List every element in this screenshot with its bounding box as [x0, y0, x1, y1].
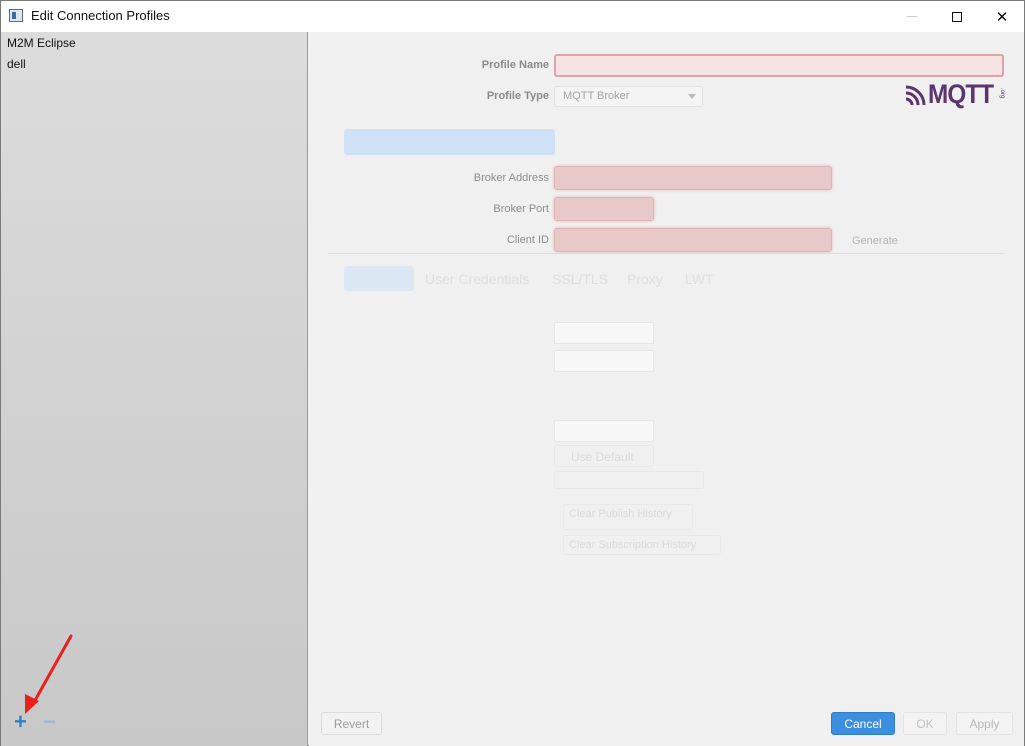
- add-profile-button[interactable]: +: [14, 711, 27, 733]
- remove-profile-button[interactable]: −: [43, 711, 56, 733]
- close-icon: ✕: [995, 8, 1009, 26]
- mqtt-signal-icon: [906, 85, 926, 106]
- close-button[interactable]: ✕: [979, 1, 1025, 32]
- profiles-sidebar: M2M Eclipse dell + −: [1, 32, 308, 746]
- broker-address-input[interactable]: [554, 166, 832, 190]
- generate-button[interactable]: Generate: [852, 235, 898, 247]
- broker-address-label: Broker Address: [473, 172, 549, 184]
- mqtt-logo-text: MQTT: [928, 79, 994, 109]
- connection-timeout-input[interactable]: [554, 322, 654, 344]
- profile-type-label: Profile Type: [486, 90, 549, 102]
- tab-proxy[interactable]: Proxy: [627, 271, 663, 287]
- minimize-button[interactable]: [889, 1, 935, 32]
- tab-ssl-tls[interactable]: SSL/TLS: [552, 271, 608, 287]
- connection-section-header: [344, 129, 555, 155]
- keep-alive-interval-input[interactable]: [554, 350, 654, 372]
- cancel-button[interactable]: Cancel: [831, 712, 895, 735]
- section-divider: [328, 253, 1004, 254]
- minimize-icon: [907, 16, 917, 17]
- mqtt-logo: MQTT .org: [906, 79, 1006, 109]
- use-default-label: Use Default: [571, 450, 634, 464]
- profile-type-select[interactable]: MQTT Broker: [554, 86, 703, 107]
- maximize-icon: [952, 11, 962, 22]
- clear-subscription-history-label: Clear Subscription History: [569, 539, 697, 551]
- mqtt-logo-org: .org: [999, 88, 1005, 99]
- max-inflight-input[interactable]: [554, 420, 654, 442]
- annotation-arrow-icon: [25, 634, 73, 714]
- apply-button[interactable]: Apply: [956, 712, 1013, 735]
- client-id-input[interactable]: [554, 228, 832, 252]
- tab-lwt[interactable]: LWT: [685, 271, 714, 287]
- broker-port-label: Broker Port: [493, 203, 549, 215]
- title-bar: Edit Connection Profiles ✕: [1, 1, 1024, 32]
- tab-general[interactable]: [344, 266, 414, 291]
- profile-item-m2m-eclipse[interactable]: M2M Eclipse: [7, 36, 76, 50]
- broker-port-input[interactable]: [554, 197, 654, 221]
- window-title: Edit Connection Profiles: [31, 8, 170, 23]
- profile-name-label: Profile Name: [481, 59, 549, 71]
- maximize-button[interactable]: [934, 1, 980, 32]
- ok-button[interactable]: OK: [903, 712, 947, 735]
- profile-name-input[interactable]: [554, 54, 1004, 77]
- profile-editor: Profile Name Profile Type MQTT Broker MQ…: [309, 32, 1024, 746]
- mqtt-version-select[interactable]: [554, 471, 704, 489]
- tab-user-credentials[interactable]: User Credentials: [425, 271, 529, 287]
- app-icon: [9, 9, 23, 22]
- profile-type-value: MQTT Broker: [563, 90, 630, 102]
- profile-item-dell[interactable]: dell: [7, 57, 26, 71]
- clear-publish-history-label: Clear Publish History: [569, 508, 672, 520]
- revert-button[interactable]: Revert: [321, 712, 382, 735]
- client-id-label: Client ID: [506, 234, 549, 246]
- chevron-down-icon: [688, 94, 696, 99]
- edit-connection-profiles-window: Edit Connection Profiles ✕ M2M Eclipse d…: [0, 0, 1025, 746]
